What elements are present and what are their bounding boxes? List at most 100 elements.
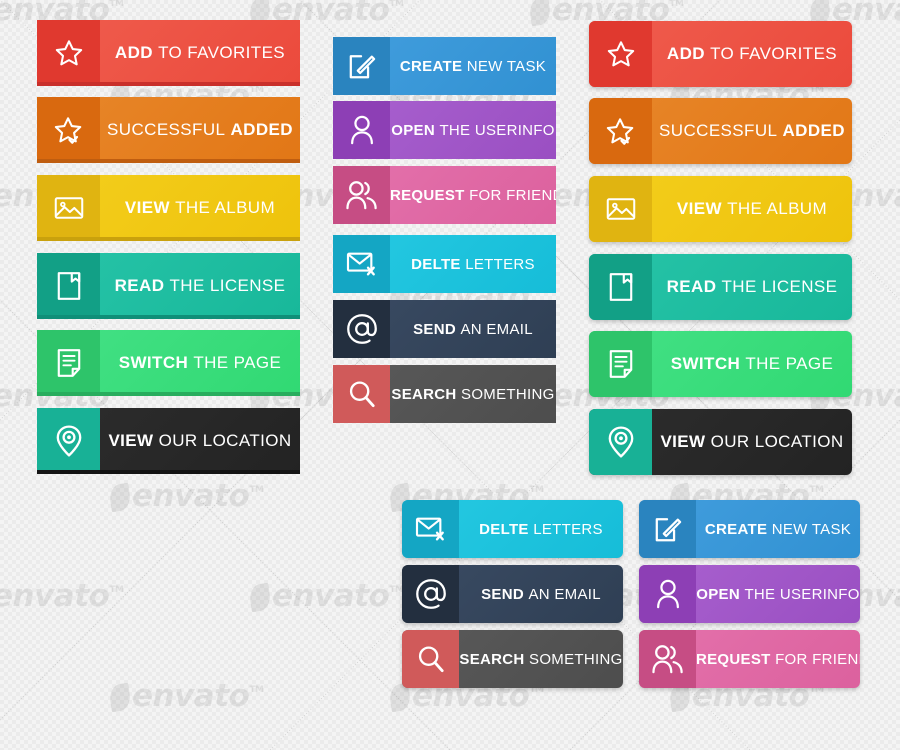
button-icon-pane	[589, 21, 652, 87]
button-label-regular: TO FAVORITES	[710, 44, 838, 63]
user-icon	[349, 115, 375, 145]
button-icon-pane	[333, 235, 390, 293]
button-icon-pane	[37, 97, 100, 163]
button-view-the-album[interactable]: VIEW THE ALBUM	[37, 175, 300, 241]
star-check-icon	[606, 116, 636, 146]
image-icon	[606, 196, 636, 222]
location-pin-icon	[608, 426, 634, 458]
document-icon	[56, 348, 82, 378]
button-label-regular: THE LICENSE	[169, 276, 286, 295]
button-open-the-userinfo[interactable]: OPEN THE USERINFO	[639, 565, 860, 623]
button-label: SEND AN EMAIL	[459, 565, 623, 623]
star-icon	[606, 39, 636, 69]
button-label-regular: THE LICENSE	[721, 277, 838, 296]
button-label-regular: FOR FRIEND	[775, 650, 860, 668]
document-icon	[608, 349, 634, 379]
button-icon-pane	[333, 365, 390, 423]
button-label-regular: THE ALBUM	[727, 199, 828, 218]
edit-square-icon	[654, 515, 682, 543]
button-label-regular: SUCCESSFUL	[659, 121, 778, 140]
button-label: OPEN THE USERINFO	[696, 565, 860, 623]
button-label-bold: VIEW	[108, 431, 154, 450]
button-icon-pane	[333, 166, 390, 224]
button-switch-the-page[interactable]: SWITCH THE PAGE	[37, 330, 300, 396]
button-request-for-friend[interactable]: REQUEST FOR FRIEND	[639, 630, 860, 688]
button-label: READ THE LICENSE	[100, 253, 300, 319]
mail-delete-icon	[346, 250, 378, 278]
button-label: SWITCH THE PAGE	[100, 330, 300, 396]
button-successful-added[interactable]: SUCCESSFUL ADDED	[589, 98, 852, 164]
button-search-something[interactable]: SEARCH SOMETHING	[333, 365, 556, 423]
button-label: ADD TO FAVORITES	[100, 20, 300, 86]
button-add-to-favorites[interactable]: ADD TO FAVORITES	[589, 21, 852, 87]
users-icon	[651, 644, 684, 674]
button-add-to-favorites[interactable]: ADD TO FAVORITES	[37, 20, 300, 86]
button-label-bold: SEARCH	[391, 385, 457, 403]
button-label-bold: VIEW	[660, 432, 706, 451]
button-label: SEARCH SOMETHING	[390, 365, 556, 423]
location-pin-icon	[56, 425, 82, 457]
book-icon	[56, 271, 82, 301]
button-label-regular: NEW TASK	[771, 520, 852, 538]
button-icon-pane	[589, 176, 652, 242]
button-read-the-license[interactable]: READ THE LICENSE	[37, 253, 300, 319]
button-icon-pane	[589, 98, 652, 164]
button-label-bold: ADDED	[230, 120, 293, 139]
button-view-our-location[interactable]: VIEW OUR LOCATION	[37, 408, 300, 474]
button-label: VIEW THE ALBUM	[100, 175, 300, 241]
button-label-regular: SOMETHING	[461, 385, 555, 403]
star-icon	[54, 38, 84, 68]
button-label: CREATE NEW TASK	[390, 37, 556, 95]
button-label-regular: NEW TASK	[466, 57, 547, 75]
button-read-the-license[interactable]: READ THE LICENSE	[589, 254, 852, 320]
button-label-bold: REQUEST	[390, 186, 465, 204]
button-icon-pane	[37, 175, 100, 241]
button-label: VIEW OUR LOCATION	[652, 409, 852, 475]
button-bottom-rule	[37, 470, 300, 474]
button-search-something[interactable]: SEARCH SOMETHING	[402, 630, 623, 688]
button-send-an-email[interactable]: SEND AN EMAIL	[333, 300, 556, 358]
button-successful-added[interactable]: SUCCESSFUL ADDED	[37, 97, 300, 163]
magnifier-icon	[417, 645, 445, 673]
button-label-regular: THE ALBUM	[175, 198, 276, 217]
button-label-bold: REQUEST	[696, 650, 771, 668]
button-label-regular: THE USERINFO	[439, 121, 555, 139]
button-icon-pane	[589, 331, 652, 397]
button-label: SEARCH SOMETHING	[459, 630, 623, 688]
button-send-an-email[interactable]: SEND AN EMAIL	[402, 565, 623, 623]
button-label-regular: FOR FRIEND	[469, 186, 556, 204]
book-icon	[608, 272, 634, 302]
button-delte-letters[interactable]: DELTE LETTERS	[333, 235, 556, 293]
button-switch-the-page[interactable]: SWITCH THE PAGE	[589, 331, 852, 397]
button-label: SUCCESSFUL ADDED	[100, 97, 300, 163]
button-icon-pane	[402, 565, 459, 623]
button-icon-pane	[333, 37, 390, 95]
at-sign-icon	[346, 313, 378, 345]
button-request-for-friend[interactable]: REQUEST FOR FRIEND	[333, 166, 556, 224]
button-label-regular: OUR LOCATION	[710, 432, 844, 451]
button-create-new-task[interactable]: CREATE NEW TASK	[333, 37, 556, 95]
button-label: SUCCESSFUL ADDED	[652, 98, 852, 164]
button-icon-pane	[639, 630, 696, 688]
button-label-bold: DELTE	[411, 255, 461, 273]
star-check-icon	[54, 115, 84, 145]
button-icon-pane	[589, 254, 652, 320]
button-view-the-album[interactable]: VIEW THE ALBUM	[589, 176, 852, 242]
button-delte-letters[interactable]: DELTE LETTERS	[402, 500, 623, 558]
button-label-regular: OUR LOCATION	[158, 431, 292, 450]
button-label: READ THE LICENSE	[652, 254, 852, 320]
button-label-bold: OPEN	[391, 121, 435, 139]
button-label: VIEW THE ALBUM	[652, 176, 852, 242]
button-bottom-rule	[37, 392, 300, 396]
button-view-our-location[interactable]: VIEW OUR LOCATION	[589, 409, 852, 475]
button-label-bold: READ	[114, 276, 165, 295]
user-icon	[655, 579, 681, 609]
magnifier-icon	[348, 380, 376, 408]
button-icon-pane	[402, 500, 459, 558]
button-bottom-rule	[37, 237, 300, 241]
button-open-the-userinfo[interactable]: OPEN THE USERINFO	[333, 101, 556, 159]
button-label-bold: ADDED	[782, 121, 845, 140]
button-create-new-task[interactable]: CREATE NEW TASK	[639, 500, 860, 558]
button-label: REQUEST FOR FRIEND	[696, 630, 860, 688]
button-label-bold: VIEW	[676, 199, 722, 218]
